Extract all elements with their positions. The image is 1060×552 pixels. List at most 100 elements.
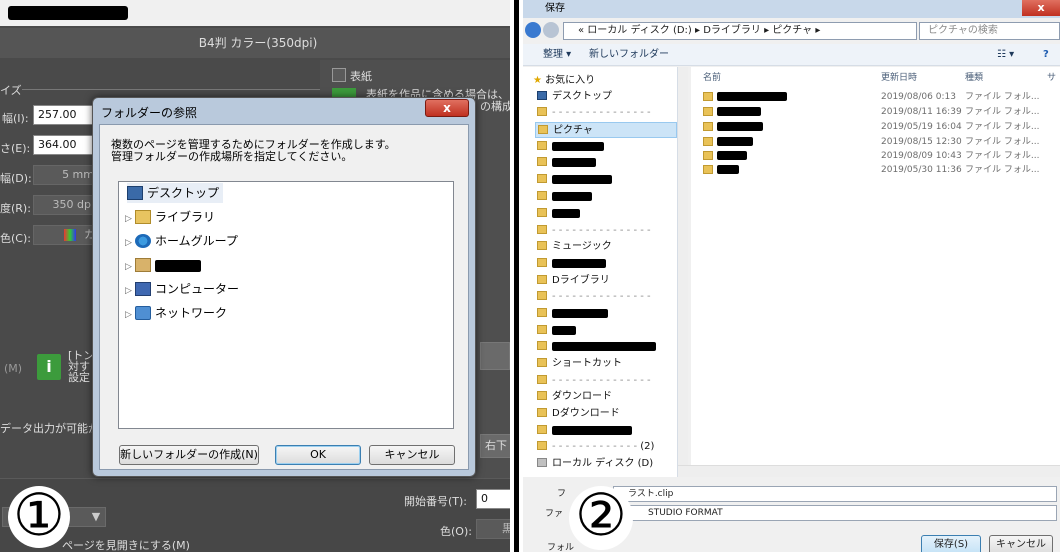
tree-item-desktop[interactable]: デスクトップ — [127, 183, 224, 203]
nav-pictures[interactable]: ピクチャ — [535, 122, 677, 138]
bleed-field[interactable]: 5 mm — [33, 165, 99, 185]
nav-music[interactable]: ミュージック — [537, 239, 612, 255]
nav-item-redacted[interactable] — [537, 339, 656, 355]
horizontal-scrollbar[interactable] — [678, 465, 1060, 477]
expand-arrow-icon[interactable]: ▷ — [125, 209, 135, 229]
file-row[interactable]: 2019/05/30 11:36 ファイル フォル... — [703, 163, 1039, 177]
filename-label: フ — [557, 489, 567, 499]
nav-favorites[interactable]: ★ お気に入り — [533, 73, 595, 89]
nav-shortcut[interactable]: ショートカット — [537, 356, 622, 372]
nav-separator: - - - - - - - - - - - - - - - — [537, 223, 651, 239]
nav-separator: - - - - - - - - - - - - - - - — [537, 373, 651, 389]
nav-separator-count: - - - - - - - - - - - - - (2) — [537, 439, 654, 455]
folder-tree[interactable]: デスクトップ ▷ ライブラリ ▷ ホームグループ ▷ ▷ コンピューター ▷ ネットワー… — [118, 181, 454, 429]
save-dialog-screenshot: 保存 x « ローカル ディスク (D:) ▸ Dライブラリ ▸ ピクチャ ▸ … — [523, 0, 1060, 552]
col-type[interactable]: 種類 — [965, 70, 983, 83]
filetype-label: ファ — [545, 509, 564, 519]
bleed-label: 幅(D): — [0, 172, 32, 185]
file-row[interactable]: 2019/05/19 16:04 ファイル フォル... — [703, 120, 1039, 134]
height-field[interactable]: 364.00 — [33, 135, 99, 155]
col-date[interactable]: 更新日時 — [881, 70, 917, 83]
color-swatch-icon — [64, 229, 76, 241]
expand-arrow-icon[interactable]: ▷ — [125, 233, 135, 253]
cancel-button[interactable]: キャンセル — [989, 535, 1053, 552]
expand-arrow-icon[interactable]: ▷ — [125, 281, 135, 301]
nav-desktop[interactable]: デスクトップ — [537, 89, 612, 105]
file-row[interactable]: 2019/08/11 16:39 ファイル フォル... — [703, 105, 1039, 119]
view-icon[interactable]: ☷ ▾ — [997, 44, 1014, 66]
nav-item-redacted[interactable] — [537, 423, 632, 439]
nav-item-redacted[interactable] — [537, 155, 596, 171]
tree-item-user[interactable]: ▷ — [125, 255, 201, 275]
tree-item-computer[interactable]: ▷ コンピューター — [125, 279, 239, 299]
width-label: 幅(I): — [2, 112, 29, 125]
data-output-label: データ出力が可能か — [0, 422, 99, 435]
homegroup-icon — [135, 233, 151, 248]
filetype-select[interactable]: STUDIO FORMAT — [613, 505, 1057, 521]
file-row[interactable]: 2019/08/06 0:13 ファイル フォル... — [703, 90, 1039, 104]
app-titlebar — [0, 0, 516, 26]
back-icon[interactable] — [525, 22, 541, 38]
color-field[interactable]: カ — [33, 225, 99, 245]
height-label: さ(E): — [0, 142, 31, 155]
save-button[interactable]: 保存(S) — [921, 535, 981, 552]
user-folder-icon — [135, 257, 151, 272]
size-section-label: イズ — [0, 84, 22, 97]
left-screenshot: B4判 カラー(350dpi) イズ 幅(I): 257.00 さ(E): 36… — [0, 0, 516, 552]
color-o-label: 色(O): — [440, 525, 472, 538]
tree-item-network[interactable]: ▷ ネットワーク — [125, 303, 227, 323]
cover-checkbox[interactable] — [332, 68, 346, 82]
filename-input[interactable]: ラスト.clip — [613, 486, 1057, 502]
bottom-settings: ▼ ページを見開きにする(M) 開始番号(T): 0 色(O): 黒 — [0, 478, 516, 552]
cancel-button[interactable]: キャンセル — [369, 445, 455, 465]
nav-ddownload[interactable]: Dダウンロード — [537, 406, 620, 422]
file-row[interactable]: 2019/08/15 12:30 ファイル フォル... — [703, 135, 1039, 149]
nav-item-redacted[interactable] — [537, 139, 604, 155]
nav-scrollbar[interactable] — [678, 67, 688, 465]
chevron-down-icon: ▼ — [91, 510, 101, 523]
cover-label: 表紙 — [350, 70, 372, 83]
dialog-close-button[interactable]: x — [425, 99, 469, 117]
expand-arrow-icon[interactable]: ▷ — [125, 257, 135, 277]
organize-button[interactable]: 整理 ▾ — [543, 44, 571, 66]
navigation-pane: ★ お気に入り デスクトップ - - - - - - - - - - - - -… — [523, 67, 678, 477]
nav-item-redacted[interactable] — [537, 189, 592, 205]
nav-local-disk[interactable]: ローカル ディスク (D) — [537, 456, 653, 472]
col-size[interactable]: サ — [1047, 70, 1056, 83]
forward-icon[interactable] — [543, 22, 559, 38]
preview-box — [480, 342, 510, 370]
save-close-button[interactable]: x — [1022, 0, 1060, 16]
new-folder-button[interactable]: 新しいフォルダーの作成(N) — [119, 445, 259, 465]
ok-button[interactable]: OK — [275, 445, 361, 465]
m-label: (M) — [4, 362, 23, 375]
nav-item-redacted[interactable] — [537, 256, 606, 272]
width-field[interactable]: 257.00 — [33, 105, 99, 125]
new-folder-button[interactable]: 新しいフォルダー — [589, 44, 669, 66]
library-icon — [135, 209, 151, 224]
nav-item-redacted[interactable] — [537, 323, 576, 339]
network-icon — [135, 305, 151, 320]
tree-item-homegroup[interactable]: ▷ ホームグループ — [125, 231, 238, 251]
file-row[interactable]: 2019/08/09 10:43 ファイル フォル... — [703, 149, 1039, 163]
circle-number-2: ② — [569, 486, 633, 550]
nav-item-redacted[interactable] — [537, 306, 608, 322]
dialog-title: フォルダーの参照 — [101, 106, 198, 120]
circle-number-1: ① — [8, 486, 70, 548]
color-label: 色(C): — [0, 232, 31, 245]
info-icon: i — [37, 354, 61, 380]
spread-label: ページを見開きにする(M) — [62, 539, 190, 552]
nav-dlibrary[interactable]: Dライブラリ — [537, 273, 610, 289]
expand-arrow-icon[interactable]: ▷ — [125, 305, 135, 325]
cover-note-2: の構成 — [480, 100, 513, 113]
resolution-label: 度(R): — [0, 202, 31, 215]
hide-folders-label[interactable]: フォル — [547, 541, 574, 552]
search-input[interactable]: ピクチャの検索 — [919, 22, 1060, 40]
nav-item-redacted[interactable] — [537, 172, 612, 188]
tree-item-library[interactable]: ▷ ライブラリ — [125, 207, 215, 227]
resolution-field[interactable]: 350 dpi — [33, 195, 99, 215]
address-bar[interactable]: « ローカル ディスク (D:) ▸ Dライブラリ ▸ ピクチャ ▸ — [563, 22, 917, 40]
help-icon[interactable]: ? — [1043, 44, 1049, 66]
col-name[interactable]: 名前 — [703, 70, 721, 83]
nav-item-redacted[interactable] — [537, 206, 580, 222]
nav-download[interactable]: ダウンロード — [537, 389, 612, 405]
